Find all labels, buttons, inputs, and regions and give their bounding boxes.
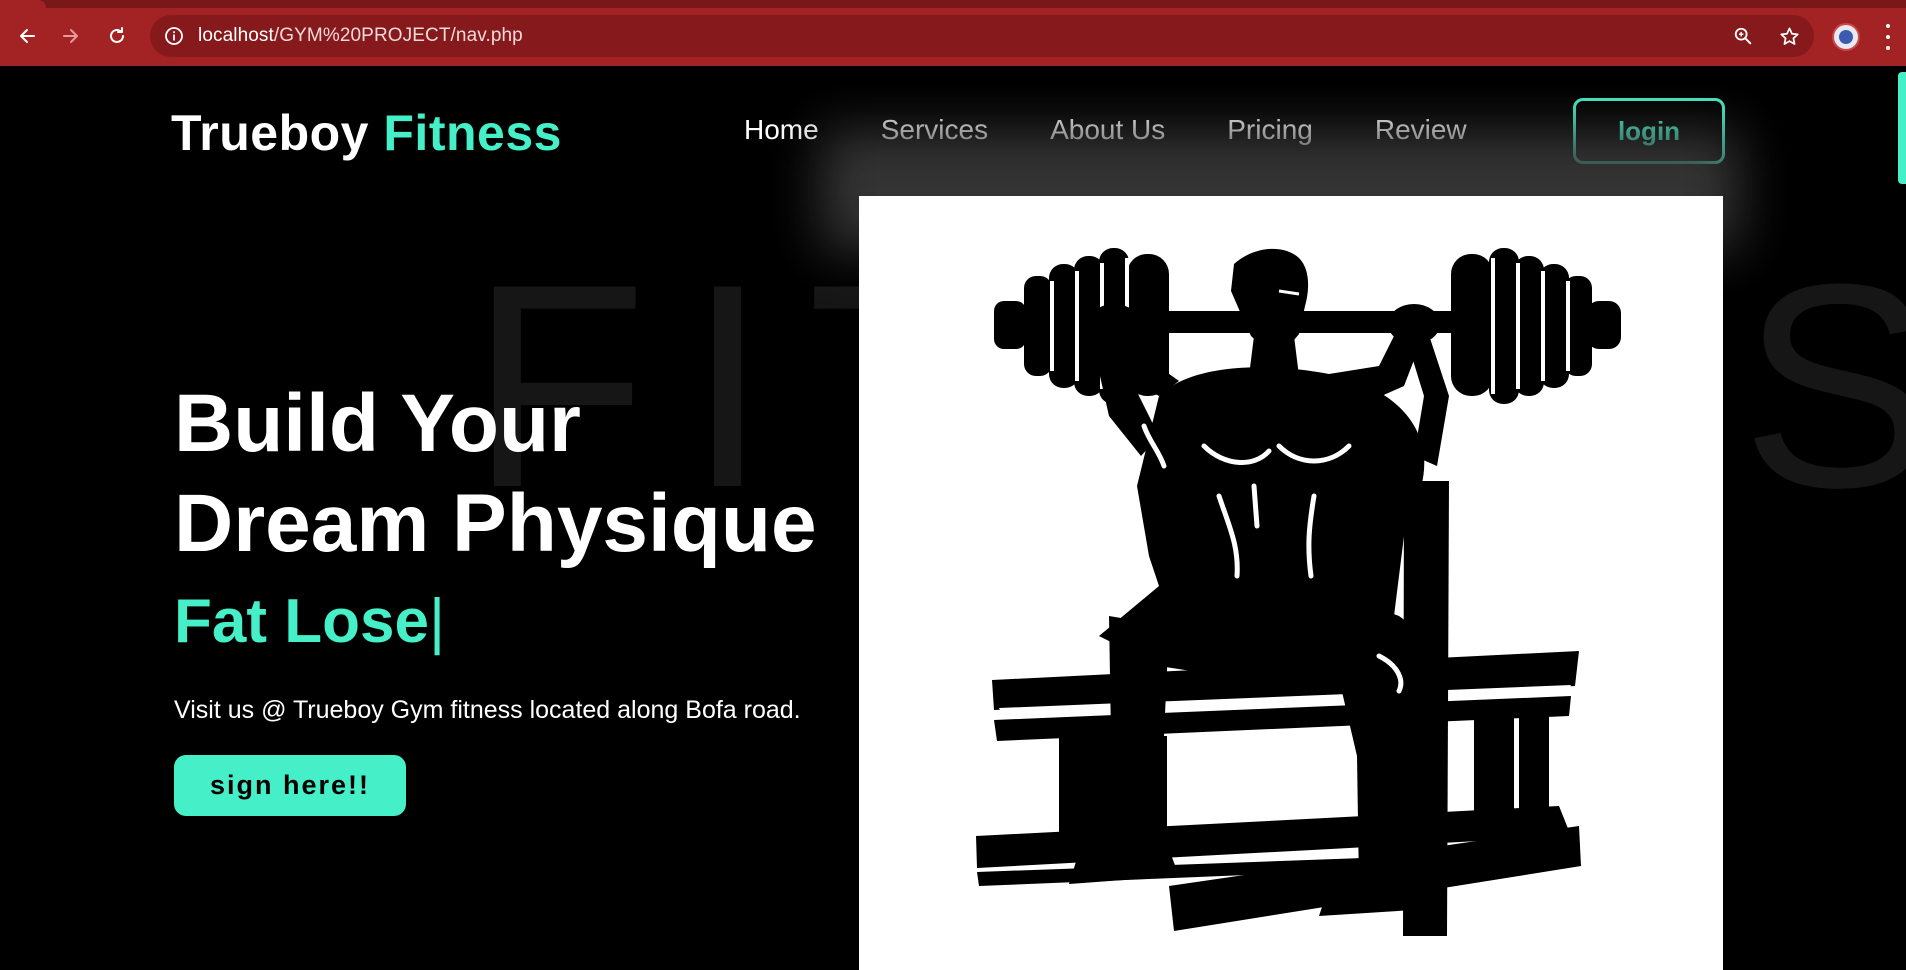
address-bar-actions xyxy=(1732,25,1800,47)
active-tab-edge[interactable] xyxy=(0,0,46,8)
sign-up-button[interactable]: sign here!! xyxy=(174,755,406,816)
hero-title-line-2: Dream Physique xyxy=(174,478,817,569)
hero-weightlifter-image xyxy=(859,196,1723,970)
typed-word: Fat Lose xyxy=(174,587,429,656)
address-bar[interactable]: localhost/GYM%20PROJECT/nav.php xyxy=(150,15,1814,57)
typed-text: Fat Lose| xyxy=(174,586,445,657)
back-arrow-icon[interactable] xyxy=(11,20,43,52)
url-path: /GYM%20PROJECT/nav.php xyxy=(273,25,523,46)
url-host: localhost xyxy=(198,25,274,46)
site-logo[interactable]: Trueboy Fitness xyxy=(171,104,562,162)
weightlifter-illustration xyxy=(976,248,1621,936)
info-icon[interactable] xyxy=(164,26,184,46)
url-text[interactable]: localhost/GYM%20PROJECT/nav.php xyxy=(198,25,523,47)
tab-strip xyxy=(0,0,1906,8)
page-viewport: FITNESS Trueboy Fitness Home Services Ab… xyxy=(0,66,1906,970)
logo-main-text: Trueboy xyxy=(171,105,369,161)
scroll-indicator[interactable] xyxy=(1898,72,1906,184)
browser-toolbar: localhost/GYM%20PROJECT/nav.php xyxy=(0,0,1906,66)
hero-title: Build Your Dream Physique xyxy=(174,374,817,574)
logo-accent-text: Fitness xyxy=(383,105,562,161)
typing-caret: | xyxy=(428,587,446,656)
star-icon[interactable] xyxy=(1778,25,1800,47)
zoom-icon[interactable] xyxy=(1732,25,1754,47)
forward-arrow-icon[interactable] xyxy=(55,20,87,52)
nav-link-home[interactable]: Home xyxy=(744,114,819,146)
hero-title-line-1: Build Your xyxy=(174,378,581,469)
reload-icon[interactable] xyxy=(101,20,133,52)
profile-avatar[interactable] xyxy=(1832,23,1860,51)
hero-description: Visit us @ Trueboy Gym fitness located a… xyxy=(174,696,801,724)
kebab-menu-icon[interactable] xyxy=(1884,24,1892,50)
